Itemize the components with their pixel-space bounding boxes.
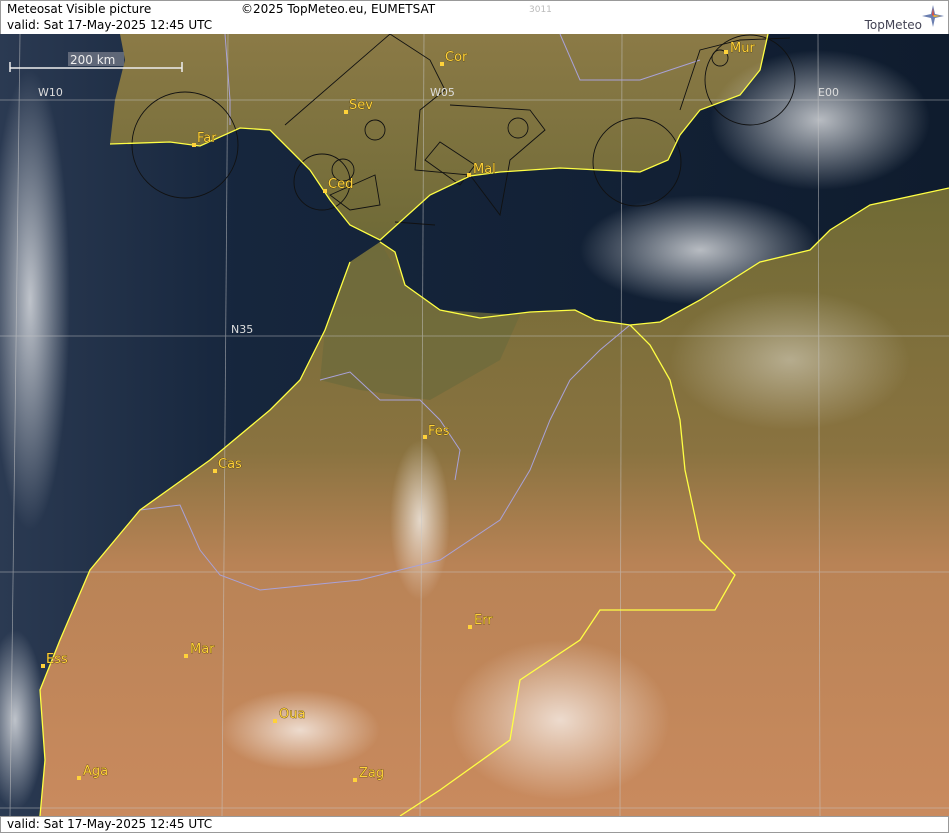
- city-marker-ess[interactable]: [41, 664, 45, 668]
- grid-label-w10: W10: [38, 86, 63, 99]
- city-marker-far[interactable]: [192, 143, 196, 147]
- image-title: Meteosat Visible picture: [7, 2, 152, 16]
- copyright-notice: ©2025 TopMeteo.eu, EUMETSAT: [241, 2, 436, 16]
- city-marker-mal[interactable]: [467, 173, 471, 177]
- footer-bar: valid: Sat 17-May-2025 12:45 UTC: [0, 816, 949, 833]
- valid-time-footer: valid: Sat 17-May-2025 12:45 UTC: [7, 817, 213, 831]
- map-canvas: 200 km W10 W05 E00 N35 Cor Mur Sev Far C…: [0, 34, 949, 816]
- city-marker-err[interactable]: [468, 625, 472, 629]
- city-label-ess[interactable]: Ess: [46, 652, 69, 668]
- city-label-cor[interactable]: Cor: [445, 50, 469, 66]
- city-marker-cas[interactable]: [213, 469, 217, 473]
- grid-label-w05: W05: [430, 86, 455, 99]
- brand-name: TopMeteo: [864, 18, 922, 32]
- city-marker-mur[interactable]: [724, 50, 728, 54]
- city-label-far[interactable]: Far: [197, 131, 218, 147]
- city-marker-oua[interactable]: [273, 719, 277, 723]
- scale-bar-label: 200 km: [70, 53, 115, 67]
- city-label-mal[interactable]: Mal: [473, 162, 496, 178]
- city-marker-aga[interactable]: [77, 776, 81, 780]
- satellite-view: Meteosat Visible picture valid: Sat 17-M…: [0, 0, 949, 833]
- header-bar: Meteosat Visible picture valid: Sat 17-M…: [0, 0, 949, 35]
- city-marker-ced[interactable]: [323, 189, 327, 193]
- topmeteo-logo-icon: [922, 5, 944, 31]
- city-label-ced[interactable]: Ced: [328, 177, 354, 193]
- city-marker-sev[interactable]: [344, 110, 348, 114]
- city-marker-mar[interactable]: [184, 654, 188, 658]
- city-label-mur[interactable]: Mur: [730, 41, 756, 57]
- med-cloud-east: [710, 50, 930, 190]
- atlas-cloud-south: [220, 690, 380, 770]
- grid-label-n35: N35: [231, 323, 253, 336]
- city-label-fes[interactable]: Fes: [428, 424, 450, 440]
- city-label-oua[interactable]: Oua: [279, 707, 306, 723]
- city-label-zag[interactable]: Zag: [359, 766, 385, 782]
- image-code: 3011: [529, 5, 552, 15]
- grid-label-e00: E00: [818, 86, 839, 99]
- city-label-aga[interactable]: Aga: [83, 764, 109, 780]
- city-marker-cor[interactable]: [440, 62, 444, 66]
- city-marker-fes[interactable]: [423, 435, 427, 439]
- city-label-err[interactable]: Err: [474, 613, 494, 629]
- city-label-cas[interactable]: Cas: [218, 457, 243, 473]
- city-label-sev[interactable]: Sev: [349, 98, 374, 114]
- algeria-cloud: [670, 290, 910, 430]
- city-label-mar[interactable]: Mar: [190, 642, 216, 658]
- atlas-cloud-north: [390, 440, 450, 600]
- satellite-map[interactable]: 200 km W10 W05 E00 N35 Cor Mur Sev Far C…: [0, 34, 949, 816]
- valid-time: valid: Sat 17-May-2025 12:45 UTC: [7, 18, 213, 32]
- sahara-cloud: [450, 640, 670, 800]
- city-marker-zag[interactable]: [353, 778, 357, 782]
